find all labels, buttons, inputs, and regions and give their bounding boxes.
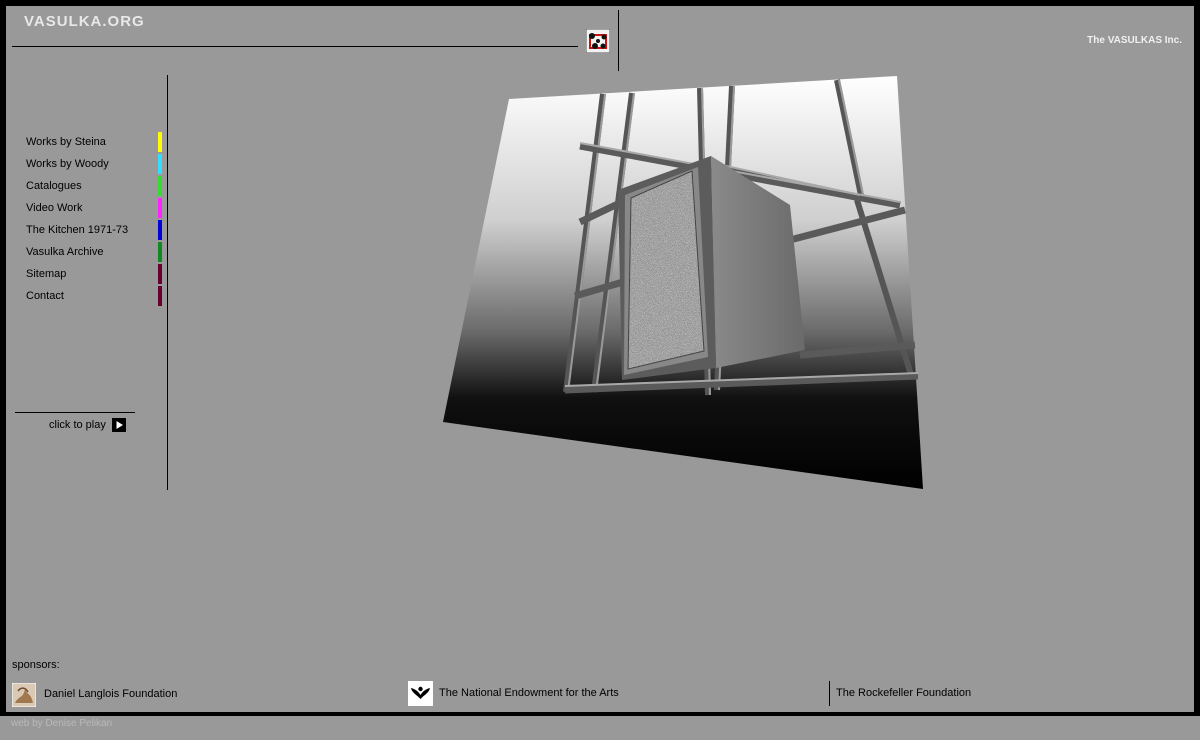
nav-item-archive[interactable]: Vasulka Archive xyxy=(26,242,166,264)
video-installation-artwork[interactable] xyxy=(440,72,930,492)
nav-color-swatch xyxy=(158,132,162,152)
play-divider xyxy=(15,412,135,413)
nav-color-swatch xyxy=(158,176,162,196)
site-title: VASULKA.ORG xyxy=(24,13,145,30)
nav-item-works-woody[interactable]: Works by Woody xyxy=(26,154,166,176)
play-icon[interactable] xyxy=(112,418,126,432)
sponsor-rockefeller-link[interactable]: The Rockefeller Foundation xyxy=(836,687,971,699)
nav-color-swatch xyxy=(158,242,162,262)
sponsor-divider xyxy=(829,681,830,706)
sponsors-label: sponsors: xyxy=(12,659,60,671)
nav-color-swatch xyxy=(158,220,162,240)
nav-item-catalogues[interactable]: Catalogues xyxy=(26,176,166,198)
play-label[interactable]: click to play xyxy=(49,419,106,431)
vasulka-logo-icon[interactable] xyxy=(586,29,610,53)
nav-color-swatch xyxy=(158,264,162,284)
nav-item-kitchen[interactable]: The Kitchen 1971-73 xyxy=(26,220,166,242)
nav-link[interactable]: Vasulka Archive xyxy=(26,246,103,258)
header-divider xyxy=(618,10,619,71)
nav-color-swatch xyxy=(158,198,162,218)
sponsor-langlois-link[interactable]: Daniel Langlois Foundation xyxy=(44,688,177,700)
nav-link[interactable]: Sitemap xyxy=(26,268,66,280)
nav-item-video-work[interactable]: Video Work xyxy=(26,198,166,220)
nav-link[interactable]: Video Work xyxy=(26,202,82,214)
nav-color-swatch xyxy=(158,154,162,174)
nav-link[interactable]: The Kitchen 1971-73 xyxy=(26,224,128,236)
main-nav: Works by Steina Works by Woody Catalogue… xyxy=(26,132,166,308)
langlois-foundation-icon[interactable] xyxy=(12,683,36,707)
nav-divider xyxy=(167,75,168,490)
frame-border-top xyxy=(0,0,1200,6)
title-divider xyxy=(12,46,578,47)
nea-icon[interactable] xyxy=(408,681,433,706)
nav-link[interactable]: Contact xyxy=(26,290,64,302)
nav-color-swatch xyxy=(158,286,162,306)
frame-border-left xyxy=(0,0,6,716)
nav-item-works-steina[interactable]: Works by Steina xyxy=(26,132,166,154)
company-name: The VASULKAS Inc. xyxy=(1087,35,1182,46)
frame-border-right xyxy=(1194,0,1200,716)
nav-item-contact[interactable]: Contact xyxy=(26,286,166,308)
nav-item-sitemap[interactable]: Sitemap xyxy=(26,264,166,286)
web-credit[interactable]: web by Denise Pelikan xyxy=(11,718,112,729)
nav-link[interactable]: Works by Steina xyxy=(26,136,106,148)
nav-link[interactable]: Catalogues xyxy=(26,180,82,192)
nav-link[interactable]: Works by Woody xyxy=(26,158,109,170)
page-frame: VASULKA.ORG The VASULKAS Inc. Works by S… xyxy=(0,0,1200,740)
sponsor-nea-link[interactable]: The National Endowment for the Arts xyxy=(439,687,619,699)
frame-border-bottom xyxy=(0,712,1200,716)
